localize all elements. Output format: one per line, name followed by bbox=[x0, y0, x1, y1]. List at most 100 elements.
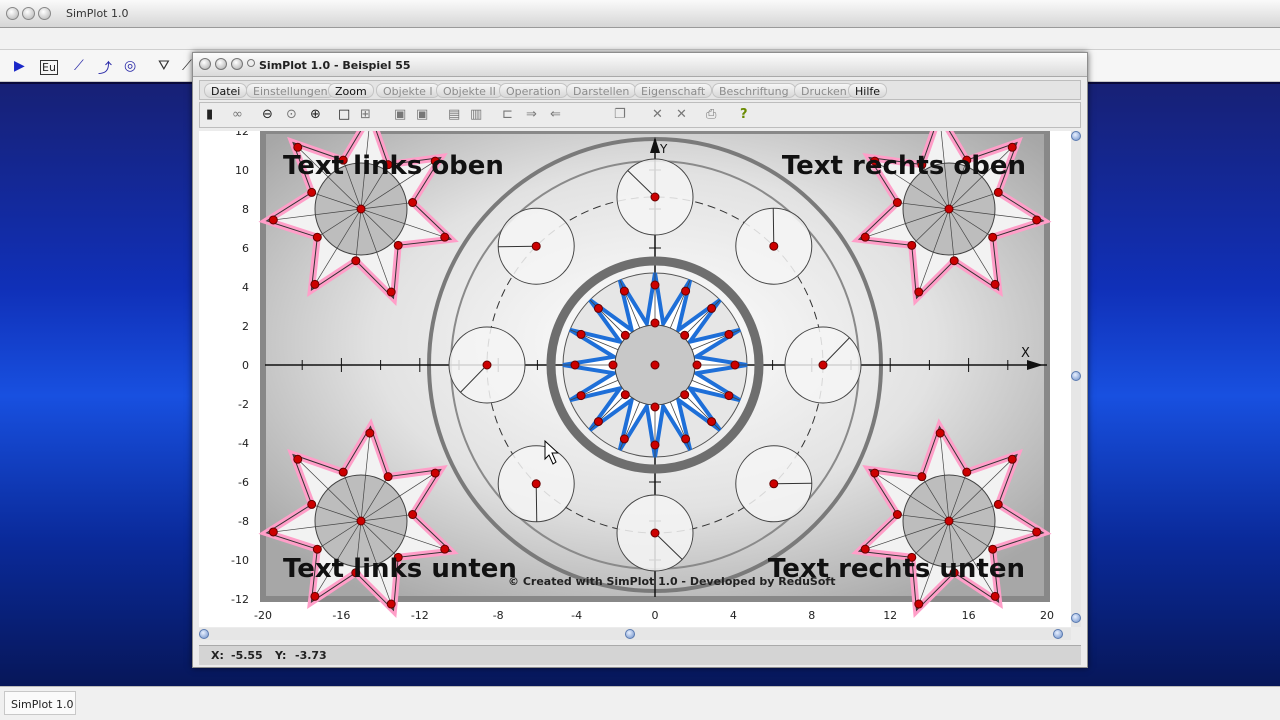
curve-plot-icon[interactable]: ⤴ bbox=[98, 58, 112, 78]
corner-star-point bbox=[962, 467, 972, 477]
center-star-point bbox=[650, 440, 660, 450]
corner-star-center-point bbox=[356, 204, 366, 214]
zoom-in-icon[interactable]: ⊕ bbox=[310, 107, 321, 122]
center-star-point bbox=[681, 286, 691, 296]
satellite-point bbox=[769, 241, 779, 251]
x-tick-label: 4 bbox=[730, 609, 737, 622]
align-icon[interactable]: ⊏ bbox=[502, 107, 513, 122]
link-icon[interactable]: ∞ bbox=[232, 107, 243, 122]
print-icon[interactable]: ⎙ bbox=[706, 107, 716, 122]
corner-star-point bbox=[383, 472, 393, 482]
center-star-point bbox=[570, 360, 580, 370]
help-icon[interactable]: ? bbox=[740, 107, 748, 122]
pen-icon[interactable]: ⟋ bbox=[182, 58, 192, 74]
arrow-left-icon[interactable]: ⇐ bbox=[550, 107, 561, 122]
minimize-plot-window-button[interactable] bbox=[215, 58, 227, 70]
plot-svg: Text links oben Text rechts oben Text li… bbox=[231, 106, 1054, 622]
corner-star-point bbox=[917, 472, 927, 482]
maximize-plot-window-button[interactable] bbox=[231, 58, 243, 70]
zoom-out-icon[interactable]: ⊖ bbox=[262, 107, 273, 122]
vertical-scroll-thumb[interactable] bbox=[1071, 371, 1081, 381]
frame2-icon[interactable]: ▣ bbox=[416, 107, 428, 122]
filter-icon[interactable]: ⛛ bbox=[158, 58, 170, 74]
menu-objekte-1[interactable]: Objekte I bbox=[376, 83, 440, 98]
menu-zoom[interactable]: Zoom bbox=[328, 83, 374, 98]
zoom-reset-icon[interactable]: ⊙ bbox=[286, 107, 297, 122]
delete-icon[interactable]: ✕ bbox=[676, 107, 687, 122]
corner-star-tip-point bbox=[310, 591, 320, 601]
app-title-bar: SimPlot 1.0 bbox=[0, 0, 1280, 28]
satellite-point bbox=[769, 479, 779, 489]
taskbar: SimPlot 1.0 bbox=[0, 686, 1280, 720]
corner-star-point bbox=[408, 198, 418, 208]
center-star-point bbox=[707, 417, 717, 427]
center-star-point bbox=[724, 391, 734, 401]
maximize-window-button[interactable] bbox=[38, 7, 51, 20]
corner-star-tip-point bbox=[386, 287, 396, 297]
corner-star-center-point bbox=[356, 516, 366, 526]
satellite-point bbox=[650, 528, 660, 538]
menu-eigenschaft[interactable]: Eigenschaft bbox=[634, 83, 713, 98]
y-axis-label: Y bbox=[659, 142, 668, 156]
close-plot-window-button[interactable] bbox=[199, 58, 211, 70]
plot-window-title-bar: SimPlot 1.0 - Beispiel 55 bbox=[193, 53, 1087, 77]
center-star-point bbox=[576, 329, 586, 339]
menu-beschriftung[interactable]: Beschriftung bbox=[712, 83, 796, 98]
table-icon[interactable]: Eu bbox=[40, 60, 58, 75]
scroll-up-button[interactable] bbox=[1071, 131, 1081, 141]
copy-icon[interactable]: ❐ bbox=[614, 107, 626, 122]
edit-table-icon[interactable]: ▥ bbox=[470, 107, 482, 122]
x-coord-label: X: bbox=[211, 649, 224, 662]
select-rect-icon[interactable]: □ bbox=[338, 107, 350, 122]
corner-star-point bbox=[907, 240, 917, 250]
center-star-point bbox=[724, 329, 734, 339]
window-icon bbox=[247, 59, 255, 67]
play-icon[interactable]: ▶ bbox=[14, 58, 25, 74]
corner-star-tip-point bbox=[990, 591, 1000, 601]
corner-star-tip-point bbox=[440, 232, 450, 242]
frame-icon[interactable]: ▣ bbox=[394, 107, 406, 122]
x-tick-label: -12 bbox=[411, 609, 429, 622]
menu-operation[interactable]: Operation bbox=[499, 83, 568, 98]
plot-window-title: SimPlot 1.0 - Beispiel 55 bbox=[259, 59, 411, 72]
ring-plot-icon[interactable]: ◎ bbox=[124, 58, 136, 74]
y-tick-label: 2 bbox=[242, 320, 249, 333]
corner-star-point bbox=[988, 232, 998, 242]
corner-star-point bbox=[949, 256, 959, 266]
center-inner-point bbox=[692, 360, 702, 370]
center-star-point bbox=[707, 303, 717, 313]
plot-canvas[interactable]: Text links oben Text rechts oben Text li… bbox=[199, 106, 1071, 627]
text-bottom-left: Text links unten bbox=[283, 554, 517, 584]
center-star-point bbox=[730, 360, 740, 370]
center-inner-point bbox=[680, 330, 690, 340]
device-icon[interactable]: ▮ bbox=[206, 107, 213, 122]
horizontal-scroll-thumb[interactable] bbox=[625, 629, 635, 639]
taskbar-item[interactable]: SimPlot 1.0 bbox=[4, 691, 76, 715]
line-plot-icon[interactable]: ⟋ bbox=[74, 58, 84, 74]
menu-drucken[interactable]: Drucken bbox=[794, 83, 854, 98]
menu-darstellen[interactable]: Darstellen bbox=[566, 83, 637, 98]
arrow-right-icon[interactable]: ⇒ bbox=[526, 107, 537, 122]
minimize-window-button[interactable] bbox=[22, 7, 35, 20]
vertical-scrollbar[interactable] bbox=[1071, 131, 1081, 627]
horizontal-scrollbar[interactable] bbox=[199, 628, 1071, 640]
scroll-left-button[interactable] bbox=[199, 629, 209, 639]
corner-star-tip-point bbox=[914, 599, 924, 609]
corner-star-point bbox=[892, 198, 902, 208]
y-tick-label: 8 bbox=[242, 203, 249, 216]
grid-icon[interactable]: ⊞ bbox=[360, 107, 371, 122]
corner-star-point bbox=[393, 240, 403, 250]
menu-objekte-2[interactable]: Objekte II bbox=[436, 83, 503, 98]
scroll-right-button[interactable] bbox=[1053, 629, 1063, 639]
menu-datei[interactable]: Datei bbox=[204, 83, 248, 98]
menu-einstellungen[interactable]: Einstellungen bbox=[246, 83, 335, 98]
cut-icon[interactable]: ✕ bbox=[652, 107, 663, 122]
corner-star-point bbox=[993, 187, 1003, 197]
corner-star-point bbox=[307, 499, 317, 509]
scroll-down-button[interactable] bbox=[1071, 613, 1081, 623]
close-window-button[interactable] bbox=[6, 7, 19, 20]
table-grid-icon[interactable]: ▤ bbox=[448, 107, 460, 122]
plot-toolbar: ▮ ∞ ⊖ ⊙ ⊕ □ ⊞ ▣ ▣ ▤ ▥ ⊏ ⇒ ⇐ ❐ ✕ ✕ ⎙ ? bbox=[199, 102, 1081, 128]
menu-hilfe[interactable]: Hilfe bbox=[848, 83, 888, 98]
center-star-point bbox=[576, 391, 586, 401]
